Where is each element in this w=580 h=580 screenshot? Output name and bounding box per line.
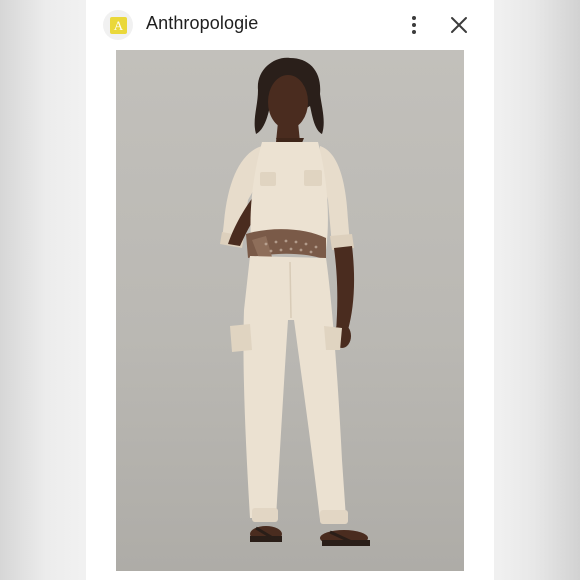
close-icon [451, 17, 467, 33]
product-photo [116, 50, 464, 571]
model-illustration [220, 57, 370, 546]
app-header: A Anthropologie [86, 0, 494, 50]
app-title: Anthropologie [146, 13, 259, 33]
app-icon-letter: A [110, 17, 127, 34]
app-icon: A [103, 10, 133, 40]
app-window: A Anthropologie [86, 0, 494, 580]
more-vert-icon [412, 16, 416, 34]
close-button[interactable] [448, 14, 470, 36]
more-options-button[interactable] [404, 14, 424, 36]
